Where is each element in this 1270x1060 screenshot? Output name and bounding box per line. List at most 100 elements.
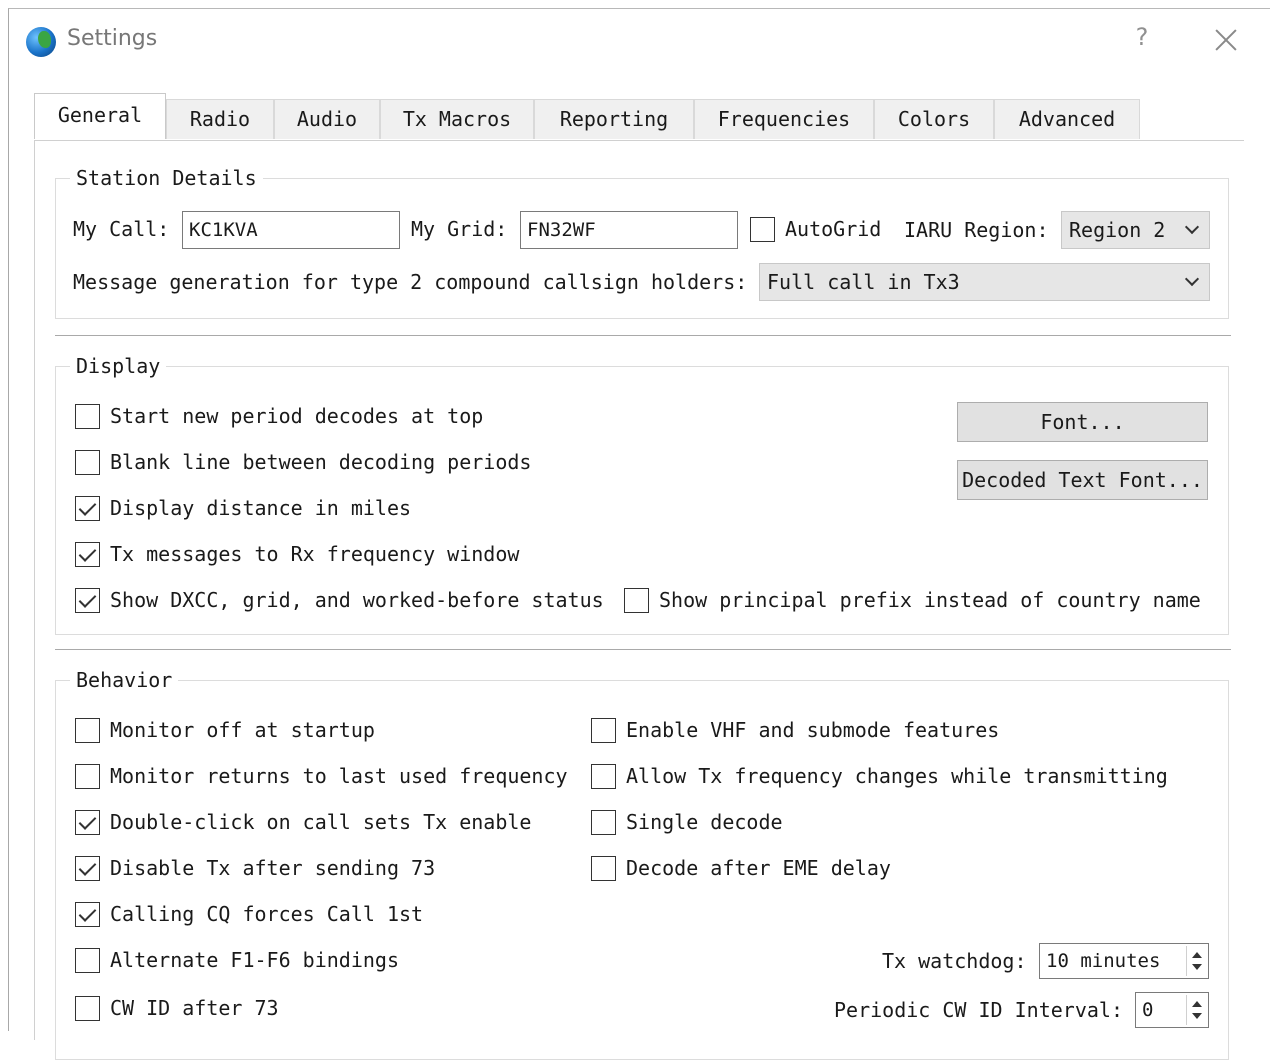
tab-tx-macros[interactable]: Tx Macros bbox=[380, 99, 534, 139]
behavior-group: Behavior Monitor off at startup Monitor … bbox=[55, 667, 1229, 1060]
checkbox-label: Alternate F1-F6 bindings bbox=[110, 948, 399, 972]
show-dxcc-checkbox[interactable]: Show DXCC, grid, and worked-before statu… bbox=[75, 586, 605, 616]
allow-tx-freq-changes-checkbox[interactable]: Allow Tx frequency changes while transmi… bbox=[591, 762, 1181, 792]
checkbox-box[interactable] bbox=[75, 948, 100, 973]
separator bbox=[55, 649, 1231, 650]
station-details-title: Station Details bbox=[70, 165, 263, 191]
iaru-region-select[interactable]: Region 2 bbox=[1061, 211, 1210, 249]
checkbox-box[interactable] bbox=[75, 588, 100, 613]
spin-arrows-icon[interactable] bbox=[1186, 946, 1206, 976]
tab-general[interactable]: General bbox=[34, 93, 166, 139]
tab-frequencies[interactable]: Frequencies bbox=[694, 99, 874, 139]
checkbox-label: Tx messages to Rx frequency window bbox=[110, 542, 520, 566]
tab-bar: General Radio Audio Tx Macros Reporting … bbox=[34, 93, 1244, 141]
enable-vhf-checkbox[interactable]: Enable VHF and submode features bbox=[591, 716, 1011, 746]
alternate-bindings-checkbox[interactable]: Alternate F1-F6 bindings bbox=[75, 946, 435, 976]
message-generation-label: Message generation for type 2 compound c… bbox=[73, 270, 748, 294]
checkbox-label: Blank line between decoding periods bbox=[110, 450, 532, 474]
checkbox-box[interactable] bbox=[75, 764, 100, 789]
my-call-input[interactable]: KC1KVA bbox=[182, 211, 400, 249]
font-button[interactable]: Font... bbox=[957, 402, 1208, 442]
periodic-cw-id-spinbox[interactable]: 0 bbox=[1135, 992, 1209, 1028]
window-title: Settings bbox=[67, 26, 158, 51]
checkbox-label: Display distance in miles bbox=[110, 496, 412, 520]
checkbox-box[interactable] bbox=[75, 496, 100, 521]
checkbox-box[interactable] bbox=[591, 856, 616, 881]
my-call-label: My Call: bbox=[73, 217, 170, 241]
checkbox-label: Single decode bbox=[626, 810, 783, 834]
checkbox-box[interactable] bbox=[75, 856, 100, 881]
station-details-group: Station Details My Call: KC1KVA My Grid:… bbox=[55, 165, 1229, 319]
checkbox-label: Decode after EME delay bbox=[626, 856, 891, 880]
periodic-cw-id-value: 0 bbox=[1142, 999, 1154, 1021]
calling-cq-checkbox[interactable]: Calling CQ forces Call 1st bbox=[75, 900, 455, 930]
checkbox-box[interactable] bbox=[75, 450, 100, 475]
disable-tx-73-checkbox[interactable]: Disable Tx after sending 73 bbox=[75, 854, 465, 884]
behavior-title: Behavior bbox=[70, 667, 179, 693]
checkbox-label: Monitor off at startup bbox=[110, 718, 375, 742]
checkbox-box[interactable] bbox=[75, 718, 100, 743]
monitor-returns-checkbox[interactable]: Monitor returns to last used frequency bbox=[75, 762, 575, 792]
checkbox-box[interactable] bbox=[75, 542, 100, 567]
principal-prefix-checkbox[interactable]: Show principal prefix instead of country… bbox=[624, 586, 1204, 616]
autogrid-label: AutoGrid bbox=[785, 217, 882, 241]
blank-line-checkbox[interactable]: Blank line between decoding periods bbox=[75, 448, 555, 478]
checkbox-box[interactable] bbox=[75, 404, 100, 429]
tab-audio[interactable]: Audio bbox=[274, 99, 380, 139]
checkbox-label: Start new period decodes at top bbox=[110, 404, 484, 428]
checkbox-box[interactable] bbox=[75, 996, 100, 1021]
checkbox-label: Disable Tx after sending 73 bbox=[110, 856, 436, 880]
autogrid-checkbox[interactable]: AutoGrid bbox=[750, 215, 890, 245]
iaru-region-value: Region 2 bbox=[1069, 218, 1166, 242]
tab-reporting[interactable]: Reporting bbox=[534, 99, 694, 139]
close-icon[interactable] bbox=[1211, 25, 1241, 55]
title-bar: Settings ? bbox=[9, 9, 1270, 73]
tab-colors[interactable]: Colors bbox=[874, 99, 994, 139]
tx-watchdog-label: Tx watchdog: bbox=[882, 949, 1027, 973]
chevron-down-icon bbox=[1184, 219, 1200, 235]
my-grid-label: My Grid: bbox=[411, 217, 508, 241]
my-grid-input[interactable]: FN32WF bbox=[520, 211, 738, 249]
cw-id-after-73-checkbox[interactable]: CW ID after 73 bbox=[75, 994, 315, 1024]
checkbox-label: CW ID after 73 bbox=[110, 996, 279, 1020]
start-new-period-checkbox[interactable]: Start new period decodes at top bbox=[75, 402, 515, 432]
checkbox-box[interactable] bbox=[75, 810, 100, 835]
double-click-checkbox[interactable]: Double-click on call sets Tx enable bbox=[75, 808, 555, 838]
message-generation-value: Full call in Tx3 bbox=[767, 270, 960, 294]
help-button[interactable]: ? bbox=[1127, 23, 1157, 57]
display-group: Display Start new period decodes at top … bbox=[55, 353, 1229, 635]
message-generation-select[interactable]: Full call in Tx3 bbox=[759, 263, 1210, 301]
checkbox-box[interactable] bbox=[624, 588, 649, 613]
globe-icon bbox=[26, 27, 56, 57]
decode-after-eme-checkbox[interactable]: Decode after EME delay bbox=[591, 854, 901, 884]
settings-window: Settings ? General Radio Audio Tx Macros… bbox=[8, 8, 1270, 1060]
checkbox-label: Calling CQ forces Call 1st bbox=[110, 902, 424, 926]
spin-arrows-icon[interactable] bbox=[1186, 995, 1206, 1025]
tab-advanced[interactable]: Advanced bbox=[994, 99, 1140, 139]
single-decode-checkbox[interactable]: Single decode bbox=[591, 808, 801, 838]
autogrid-box[interactable] bbox=[750, 217, 775, 242]
iaru-region-label: IARU Region: bbox=[904, 218, 1049, 242]
tab-radio[interactable]: Radio bbox=[166, 99, 274, 139]
checkbox-box[interactable] bbox=[75, 902, 100, 927]
checkbox-label: Double-click on call sets Tx enable bbox=[110, 810, 532, 834]
checkbox-label: Enable VHF and submode features bbox=[626, 718, 1000, 742]
checkbox-label: Show DXCC, grid, and worked-before statu… bbox=[110, 588, 604, 612]
tx-messages-rx-checkbox[interactable]: Tx messages to Rx frequency window bbox=[75, 540, 555, 570]
display-miles-checkbox[interactable]: Display distance in miles bbox=[75, 494, 435, 524]
chevron-down-icon bbox=[1184, 271, 1200, 287]
separator bbox=[55, 335, 1231, 336]
checkbox-box[interactable] bbox=[591, 810, 616, 835]
tx-watchdog-spinbox[interactable]: 10 minutes bbox=[1039, 943, 1209, 979]
checkbox-label: Show principal prefix instead of country… bbox=[659, 588, 1201, 612]
decoded-text-font-button[interactable]: Decoded Text Font... bbox=[957, 460, 1208, 500]
monitor-off-checkbox[interactable]: Monitor off at startup bbox=[75, 716, 405, 746]
periodic-cw-id-label: Periodic CW ID Interval: bbox=[834, 998, 1123, 1022]
display-title: Display bbox=[70, 353, 167, 379]
checkbox-box[interactable] bbox=[591, 764, 616, 789]
checkbox-label: Monitor returns to last used frequency bbox=[110, 764, 568, 788]
general-tab-panel: Station Details My Call: KC1KVA My Grid:… bbox=[34, 140, 1244, 1060]
checkbox-label: Allow Tx frequency changes while transmi… bbox=[626, 764, 1168, 788]
tx-watchdog-value: 10 minutes bbox=[1046, 950, 1161, 972]
checkbox-box[interactable] bbox=[591, 718, 616, 743]
